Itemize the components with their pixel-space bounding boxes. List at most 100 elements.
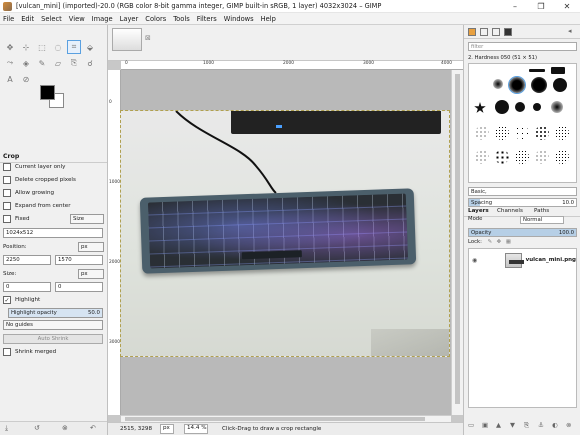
tab-paths[interactable]: Paths: [534, 208, 549, 214]
menu-view[interactable]: View: [69, 15, 85, 23]
brush-item[interactable]: [495, 126, 509, 140]
brush-item[interactable]: [555, 150, 569, 164]
unit-select[interactable]: px: [160, 424, 174, 434]
brush-grid[interactable]: [468, 63, 577, 183]
brush-item[interactable]: [495, 150, 509, 164]
restore-options-icon[interactable]: ↺: [34, 424, 40, 432]
brush-item[interactable]: [529, 69, 545, 72]
expand-center-option[interactable]: Expand from center: [3, 202, 71, 210]
reset-options-icon[interactable]: ↶: [90, 424, 96, 432]
patterns-tab-icon[interactable]: [480, 28, 488, 36]
eraser-tool-icon[interactable]: ▱: [52, 57, 64, 69]
vertical-scrollbar[interactable]: [451, 70, 463, 415]
allow-growing-option[interactable]: Allow growing: [3, 189, 54, 197]
vertical-scroll-thumb[interactable]: [455, 74, 460, 404]
menu-filters[interactable]: Filters: [197, 15, 217, 23]
menu-help[interactable]: Help: [261, 15, 276, 23]
brush-item[interactable]: [515, 102, 525, 112]
rect-select-tool-icon[interactable]: ⬚: [36, 41, 48, 53]
expand-center-checkbox[interactable]: [3, 202, 11, 210]
paintbrush-tool-icon[interactable]: ✎: [36, 57, 48, 69]
tab-channels[interactable]: Channels: [497, 208, 523, 214]
lower-layer-icon[interactable]: ▼: [510, 421, 515, 429]
close-image-tab-icon[interactable]: ⊠: [145, 34, 151, 42]
size-y-field[interactable]: 0: [55, 282, 103, 292]
menu-edit[interactable]: Edit: [21, 15, 34, 23]
align-tool-icon[interactable]: ⊹: [20, 41, 32, 53]
lasso-tool-icon[interactable]: ◌: [52, 41, 64, 53]
dock-menu-icon[interactable]: ◂: [568, 27, 572, 35]
position-x-field[interactable]: 2250: [3, 255, 51, 265]
move-tool-icon[interactable]: ✥: [4, 41, 16, 53]
horizontal-scrollbar[interactable]: [121, 415, 451, 422]
layer-opacity-slider[interactable]: Opacity 100.0: [468, 228, 577, 237]
brushes-tab-icon[interactable]: [468, 28, 476, 36]
lock-alpha-icon[interactable]: ▦: [506, 239, 511, 245]
lock-pixels-icon[interactable]: ✎: [488, 239, 492, 245]
menu-image[interactable]: Image: [92, 15, 113, 23]
brush-item[interactable]: [474, 102, 486, 113]
brush-item[interactable]: [475, 150, 489, 164]
brush-item[interactable]: [515, 150, 529, 164]
size-x-field[interactable]: 0: [3, 282, 51, 292]
layers-list[interactable]: ◉ vulcan_mini.png: [468, 248, 577, 408]
horizontal-ruler[interactable]: 0 1000 2000 3000 4000: [121, 61, 463, 70]
delete-cropped-option[interactable]: Delete cropped pixels: [3, 176, 76, 184]
lock-position-icon[interactable]: ✥: [497, 239, 501, 245]
warp-tool-icon[interactable]: ⤳: [4, 57, 16, 69]
menu-layer[interactable]: Layer: [120, 15, 139, 23]
brush-item[interactable]: [531, 77, 547, 93]
brush-item[interactable]: [495, 100, 509, 114]
mode-select[interactable]: Normal: [520, 216, 564, 224]
brush-filter-input[interactable]: filter: [468, 42, 577, 51]
highlight-option[interactable]: ✓ Highlight: [3, 296, 40, 304]
delete-cropped-checkbox[interactable]: [3, 176, 11, 184]
brush-item[interactable]: [515, 126, 529, 140]
highlight-checkbox[interactable]: ✓: [3, 296, 11, 304]
brush-item[interactable]: [475, 126, 489, 140]
brush-item[interactable]: [555, 126, 569, 140]
highlight-opacity-slider[interactable]: Highlight opacity 50.0: [8, 308, 103, 318]
close-button[interactable]: ✕: [554, 0, 580, 13]
current-layer-only-checkbox[interactable]: [3, 163, 11, 171]
menu-windows[interactable]: Windows: [224, 15, 254, 23]
brush-item[interactable]: [551, 101, 563, 113]
shrink-merged-option[interactable]: Shrink merged: [3, 348, 56, 356]
new-layer-group-icon[interactable]: ▣: [482, 421, 488, 429]
brush-tag-select[interactable]: Basic,: [468, 187, 577, 196]
brush-item[interactable]: [533, 103, 541, 111]
image-canvas-photo[interactable]: [120, 110, 450, 357]
image-tab-thumbnail[interactable]: [112, 28, 142, 51]
horizontal-scroll-thumb[interactable]: [125, 417, 425, 421]
layer-row[interactable]: ◉ vulcan_mini.png: [469, 251, 576, 269]
brush-item[interactable]: [553, 78, 567, 92]
tab-layers[interactable]: Layers: [468, 208, 489, 214]
allow-growing-checkbox[interactable]: [3, 189, 11, 197]
fixed-mode-select[interactable]: Size: [70, 214, 104, 224]
shrink-merged-checkbox[interactable]: [3, 348, 11, 356]
menu-file[interactable]: File: [3, 15, 14, 23]
delete-layer-icon[interactable]: ⊗: [566, 421, 571, 429]
fonts-tab-icon[interactable]: [492, 28, 500, 36]
position-unit-select[interactable]: px: [78, 242, 104, 252]
minimize-button[interactable]: –: [502, 0, 528, 13]
fixed-size-field[interactable]: 1024x512: [3, 228, 103, 238]
save-options-icon[interactable]: ⤓: [5, 424, 8, 433]
fixed-checkbox[interactable]: [3, 215, 11, 223]
clone-tool-icon[interactable]: ⎘: [68, 57, 80, 69]
menu-select[interactable]: Select: [41, 15, 62, 23]
visibility-eye-icon[interactable]: ◉: [472, 257, 479, 264]
menu-colors[interactable]: Colors: [145, 15, 166, 23]
size-unit-select[interactable]: px: [78, 269, 104, 279]
brush-item[interactable]: [551, 67, 565, 74]
color-picker-tool-icon[interactable]: ⊘: [20, 73, 32, 85]
document-history-tab-icon[interactable]: [504, 28, 512, 36]
auto-shrink-button[interactable]: Auto Shrink: [3, 334, 103, 344]
position-y-field[interactable]: 1570: [55, 255, 103, 265]
brush-item[interactable]: [535, 126, 549, 140]
smudge-tool-icon[interactable]: ☌: [84, 57, 96, 69]
fixed-option[interactable]: Fixed: [3, 215, 30, 223]
anchor-layer-icon[interactable]: ⚓: [538, 421, 544, 429]
brush-item[interactable]: [493, 79, 503, 89]
guides-select[interactable]: No guides: [3, 320, 103, 330]
